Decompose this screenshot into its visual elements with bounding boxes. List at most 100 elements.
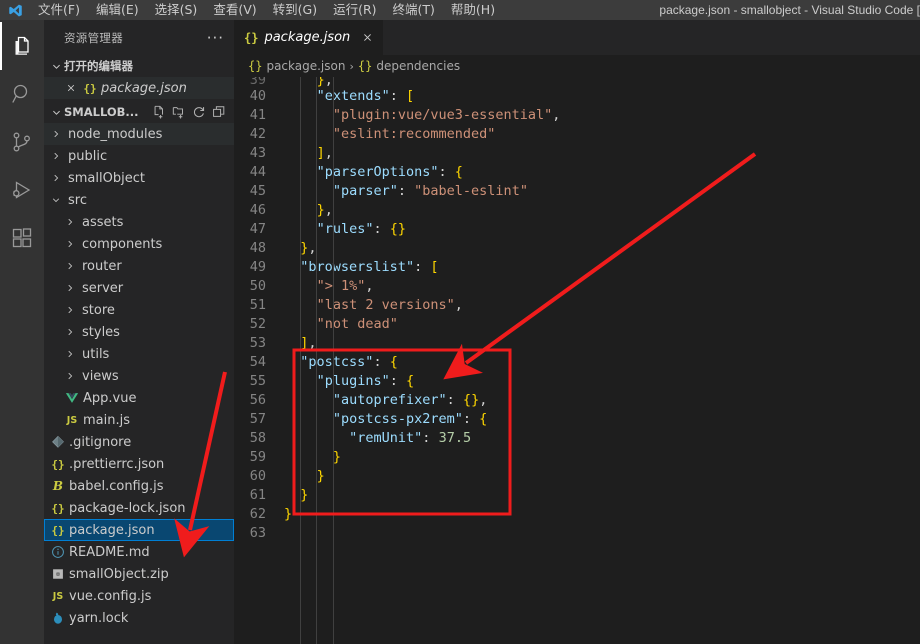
tree-item-styles[interactable]: styles <box>44 321 234 343</box>
code-line[interactable]: "parser": "babel-eslint" <box>284 182 920 201</box>
code-line[interactable]: ], <box>284 144 920 163</box>
line-number: 58 <box>249 430 266 446</box>
code-line[interactable]: } <box>284 505 920 524</box>
tree-item-vue-config-js[interactable]: JS vue.config.js <box>44 585 234 607</box>
code-line[interactable]: } <box>284 467 920 486</box>
code-line[interactable]: "not dead" <box>284 315 920 334</box>
code-line[interactable]: } <box>284 486 920 505</box>
tree-item-babel-config-js[interactable]: Bbabel.config.js <box>44 475 234 497</box>
code-line[interactable]: "parserOptions": { <box>284 163 920 182</box>
code-line[interactable]: "plugin:vue/vue3-essential", <box>284 106 920 125</box>
new-folder-icon[interactable] <box>170 103 188 121</box>
indent-guide <box>316 77 318 644</box>
menu-selection[interactable]: 选择(S) <box>147 0 206 20</box>
refresh-icon[interactable] <box>190 103 208 121</box>
line-number: 52 <box>249 316 266 332</box>
tree-item-router[interactable]: router <box>44 255 234 277</box>
code-line[interactable]: "> 1%", <box>284 277 920 296</box>
tree-item-views[interactable]: views <box>44 365 234 387</box>
breadcrumb-symbol[interactable]: {} dependencies <box>358 59 460 73</box>
code-line[interactable]: "last 2 versions", <box>284 296 920 315</box>
code-line[interactable]: }, <box>284 201 920 220</box>
code-line[interactable]: "extends": [ <box>284 87 920 106</box>
tree-item-assets[interactable]: assets <box>44 211 234 233</box>
workspace-actions[interactable] <box>150 103 234 121</box>
open-editor-item-package-json[interactable]: {} package.json <box>44 77 234 99</box>
breadcrumb-file[interactable]: {} package.json <box>248 59 345 73</box>
code-line[interactable]: "postcss-px2rem": { <box>284 410 920 429</box>
menu-help[interactable]: 帮助(H) <box>443 0 503 20</box>
line-number: 43 <box>249 145 266 161</box>
menu-go[interactable]: 转到(G) <box>265 0 325 20</box>
tree-item-yarn-lock[interactable]: yarn.lock <box>44 607 234 629</box>
code-line[interactable]: "eslint:recommended" <box>284 125 920 144</box>
workspace-section-header[interactable]: SMALLOB... <box>44 101 234 123</box>
code-line[interactable]: "rules": {} <box>284 220 920 239</box>
info-icon <box>48 545 68 559</box>
code-line[interactable]: } <box>284 448 920 467</box>
tab-label: package.json <box>264 30 351 45</box>
babel-icon: B <box>52 479 64 493</box>
editor-group: {} package.json {} package.json › {} dep… <box>234 20 920 644</box>
code-line[interactable] <box>284 524 920 543</box>
json-braces-icon: {} <box>51 457 65 471</box>
activity-source-control-button[interactable] <box>0 118 44 166</box>
menu-terminal[interactable]: 终端(T) <box>385 0 443 20</box>
chevron-right-icon <box>48 151 64 161</box>
code-content[interactable]: }, "extends": [ "plugin:vue/vue3-essenti… <box>278 77 920 644</box>
code-line[interactable]: "autoprefixer": {}, <box>284 391 920 410</box>
breadcrumb-file-label: package.json <box>266 59 346 73</box>
menu-bar[interactable]: 文件(F) 编辑(E) 选择(S) 查看(V) 转到(G) 运行(R) 终端(T… <box>30 0 503 20</box>
explorer-more-actions-button[interactable]: ··· <box>207 30 228 45</box>
tree-item-server[interactable]: server <box>44 277 234 299</box>
tab-package-json[interactable]: {} package.json <box>234 20 385 55</box>
close-icon[interactable] <box>362 32 373 43</box>
tree-item-label: babel.config.js <box>69 478 164 494</box>
menu-file[interactable]: 文件(F) <box>30 0 88 20</box>
collapse-all-icon[interactable] <box>210 103 228 121</box>
tree-item-utils[interactable]: utils <box>44 343 234 365</box>
tree-item-gitignore[interactable]: .gitignore <box>44 431 234 453</box>
menu-edit[interactable]: 编辑(E) <box>88 0 147 20</box>
tree-item-readme-md[interactable]: README.md <box>44 541 234 563</box>
menu-view[interactable]: 查看(V) <box>205 0 264 20</box>
code-line[interactable]: ], <box>284 334 920 353</box>
activity-extensions-button[interactable] <box>0 214 44 262</box>
code-line[interactable]: "plugins": { <box>284 372 920 391</box>
code-line[interactable]: "browserslist": [ <box>284 258 920 277</box>
code-line[interactable]: }, <box>284 239 920 258</box>
activity-explorer-button[interactable] <box>0 22 44 70</box>
tree-item-label: yarn.lock <box>69 610 129 626</box>
line-number: 62 <box>249 506 266 522</box>
tree-item-label: node_modules <box>68 126 163 142</box>
tree-item-prettierrc-json[interactable]: {} .prettierrc.json <box>44 453 234 475</box>
tree-item-src[interactable]: src <box>44 189 234 211</box>
close-icon[interactable] <box>62 83 80 93</box>
tree-item-smallobject[interactable]: smallObject <box>44 167 234 189</box>
tree-item-label: utils <box>82 346 110 362</box>
tree-item-package-json[interactable]: {} package.json <box>44 519 234 541</box>
tree-item-label: package.json <box>69 522 155 538</box>
code-editor[interactable]: 39 40 41 42 43 44 45 46 47 48 49 50 51 52 53 54 55 56 57 58… <box>234 77 920 644</box>
tree-item-label: public <box>68 148 108 164</box>
tree-item-label: main.js <box>83 412 130 428</box>
tree-item-label: App.vue <box>83 390 137 406</box>
workbench-body: 资源管理器 ··· 打开的编辑器 {} package.json SMALLOB… <box>0 20 920 644</box>
menu-run[interactable]: 运行(R) <box>325 0 384 20</box>
activity-run-debug-button[interactable] <box>0 166 44 214</box>
tree-item-components[interactable]: components <box>44 233 234 255</box>
tree-item-smallobject-zip[interactable]: smallObject.zip <box>44 563 234 585</box>
code-line[interactable]: "remUnit": 37.5 <box>284 429 920 448</box>
code-line[interactable]: "postcss": { <box>284 353 920 372</box>
tree-item-store[interactable]: store <box>44 299 234 321</box>
open-editors-section-header[interactable]: 打开的编辑器 <box>44 55 234 77</box>
line-number-gutter: 39 40 41 42 43 44 45 46 47 48 49 50 51 52 53 54 55 56 57 58… <box>234 77 278 644</box>
activity-search-button[interactable] <box>0 70 44 118</box>
tree-item-public[interactable]: public <box>44 145 234 167</box>
new-file-icon[interactable] <box>150 103 168 121</box>
code-line[interactable]: }, <box>284 77 920 87</box>
tree-item-app-vue[interactable]: App.vue <box>44 387 234 409</box>
tree-item-package-lock-json[interactable]: {} package-lock.json <box>44 497 234 519</box>
tree-item-main-js[interactable]: JS main.js <box>44 409 234 431</box>
tree-item-node-modules[interactable]: node_modules <box>44 123 234 145</box>
